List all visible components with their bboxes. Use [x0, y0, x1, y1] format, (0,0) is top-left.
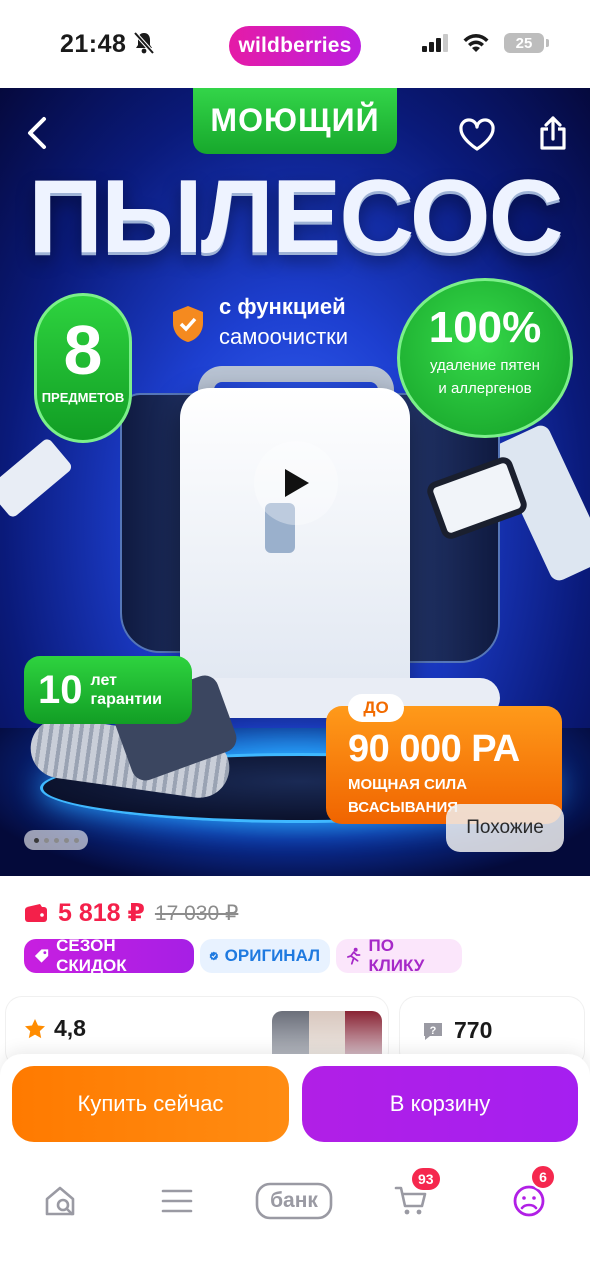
- nav-profile[interactable]: 6: [504, 1164, 556, 1226]
- stain-removal-line2: и аллергенов: [438, 380, 532, 397]
- gallery-dot: [63, 837, 69, 843]
- gallery-dot: [53, 837, 59, 843]
- cart-count-badge: 93: [410, 1166, 442, 1192]
- original-chip[interactable]: ОРИГИНАЛ: [200, 939, 330, 973]
- promo-chips: СЕЗОН СКИДОК ОРИГИНАЛ ПО КЛИКУ: [24, 936, 462, 975]
- profile-notification-badge: 6: [530, 1164, 556, 1190]
- svg-text:?: ?: [430, 1025, 437, 1037]
- banner-headline: ПЫЛЕСОС: [28, 159, 563, 275]
- heart-icon: [459, 118, 495, 151]
- items-count-number: 8: [63, 311, 103, 389]
- stain-removal-badge: 100% удаление пятен и аллергенов: [397, 278, 573, 438]
- suction-power-value: 90 000 РА: [348, 728, 520, 770]
- self-clean-feature: с функцией самоочистки: [219, 292, 348, 352]
- questions: ? 770: [422, 1017, 492, 1044]
- one-click-label: ПО КЛИКУ: [368, 936, 425, 975]
- play-video-button[interactable]: [254, 441, 338, 525]
- gallery-dot: [33, 837, 39, 843]
- action-panel: Купить сейчас В корзину банк 93 6: [0, 1054, 590, 1280]
- buy-now-button[interactable]: Купить сейчас: [12, 1066, 289, 1142]
- favorite-button[interactable]: [452, 110, 502, 160]
- status-time: 21:48: [60, 30, 127, 58]
- gallery-dot: [73, 837, 79, 843]
- nav-catalog[interactable]: [152, 1176, 202, 1226]
- season-sale-label: СЕЗОН СКИДОК: [56, 936, 127, 975]
- shield-check-icon: [170, 304, 206, 349]
- share-icon: [540, 116, 566, 150]
- nav-cart[interactable]: 93: [386, 1166, 442, 1226]
- similar-products-button[interactable]: Похожие: [446, 804, 564, 852]
- old-price: 17 030 ₽: [154, 901, 239, 925]
- status-bar: 21:48 wildberries 25: [0, 0, 590, 88]
- current-price: 5 818 ₽: [58, 899, 145, 927]
- verified-badge-icon: [209, 951, 219, 961]
- running-person-icon: [347, 947, 361, 965]
- items-count-badge: 8 ПРЕДМЕТОВ: [34, 293, 132, 443]
- one-click-chip[interactable]: ПО КЛИКУ: [336, 936, 462, 975]
- rating-value: 4,8: [54, 1015, 86, 1041]
- warranty-line2: гарантии: [90, 691, 162, 708]
- bottom-navigation: банк 93 6: [0, 1162, 590, 1242]
- stain-removal-number: 100%: [428, 303, 542, 352]
- back-button[interactable]: [12, 108, 62, 158]
- rating: 4,8: [24, 1015, 86, 1042]
- original-label: ОРИГИНАЛ: [224, 946, 320, 965]
- gallery-dot: [43, 837, 49, 843]
- gallery-pagination: [24, 830, 88, 850]
- brand-logo: wildberries: [229, 26, 361, 66]
- bank-label: банк: [270, 1189, 318, 1212]
- feature-line2: самоочистки: [219, 324, 349, 349]
- menu-icon: [161, 1189, 193, 1213]
- play-icon: [285, 469, 309, 497]
- wallet-icon: [25, 904, 47, 922]
- question-bubble-icon: ?: [424, 1022, 442, 1040]
- suction-power-line1: МОЩНАЯ СИЛА: [348, 776, 468, 793]
- chevron-left-icon: [28, 117, 46, 149]
- add-to-cart-button[interactable]: В корзину: [302, 1066, 578, 1142]
- warranty-text: лет гарантии: [91, 671, 162, 709]
- season-sale-chip[interactable]: СЕЗОН СКИДОК: [24, 936, 194, 975]
- tag-icon: [34, 949, 49, 963]
- items-count-label: ПРЕДМЕТОВ: [41, 390, 125, 405]
- warranty-number: 10: [38, 667, 83, 712]
- price-row: 5 818 ₽ 17 030 ₽: [24, 898, 238, 928]
- warranty-line1: лет: [90, 672, 117, 689]
- stain-removal-line1: удаление пятен: [430, 357, 540, 374]
- share-button[interactable]: [528, 108, 578, 158]
- nav-home[interactable]: [36, 1176, 86, 1226]
- tool-attachment-image: [0, 436, 74, 520]
- mute-bell-icon: [133, 31, 155, 60]
- power-prefix: ДО: [348, 694, 404, 722]
- banner-tag: МОЮЩИЙ: [193, 88, 397, 154]
- vacuum-body: [180, 388, 410, 708]
- star-icon: [25, 1018, 45, 1038]
- warranty-badge: 10 лет гарантии: [24, 656, 192, 724]
- wifi-icon: [462, 32, 490, 59]
- cellular-signal-icon: [422, 34, 450, 57]
- battery-indicator: 25: [504, 33, 549, 53]
- home-search-icon: [45, 1186, 75, 1216]
- feature-line1: с функцией: [219, 294, 346, 319]
- nav-bank[interactable]: банк: [254, 1176, 334, 1226]
- questions-count: 770: [454, 1017, 493, 1043]
- product-gallery[interactable]: МОЮЩИЙ ПЫЛЕСОС 8 ПРЕДМЕТОВ с функцией са…: [0, 88, 590, 876]
